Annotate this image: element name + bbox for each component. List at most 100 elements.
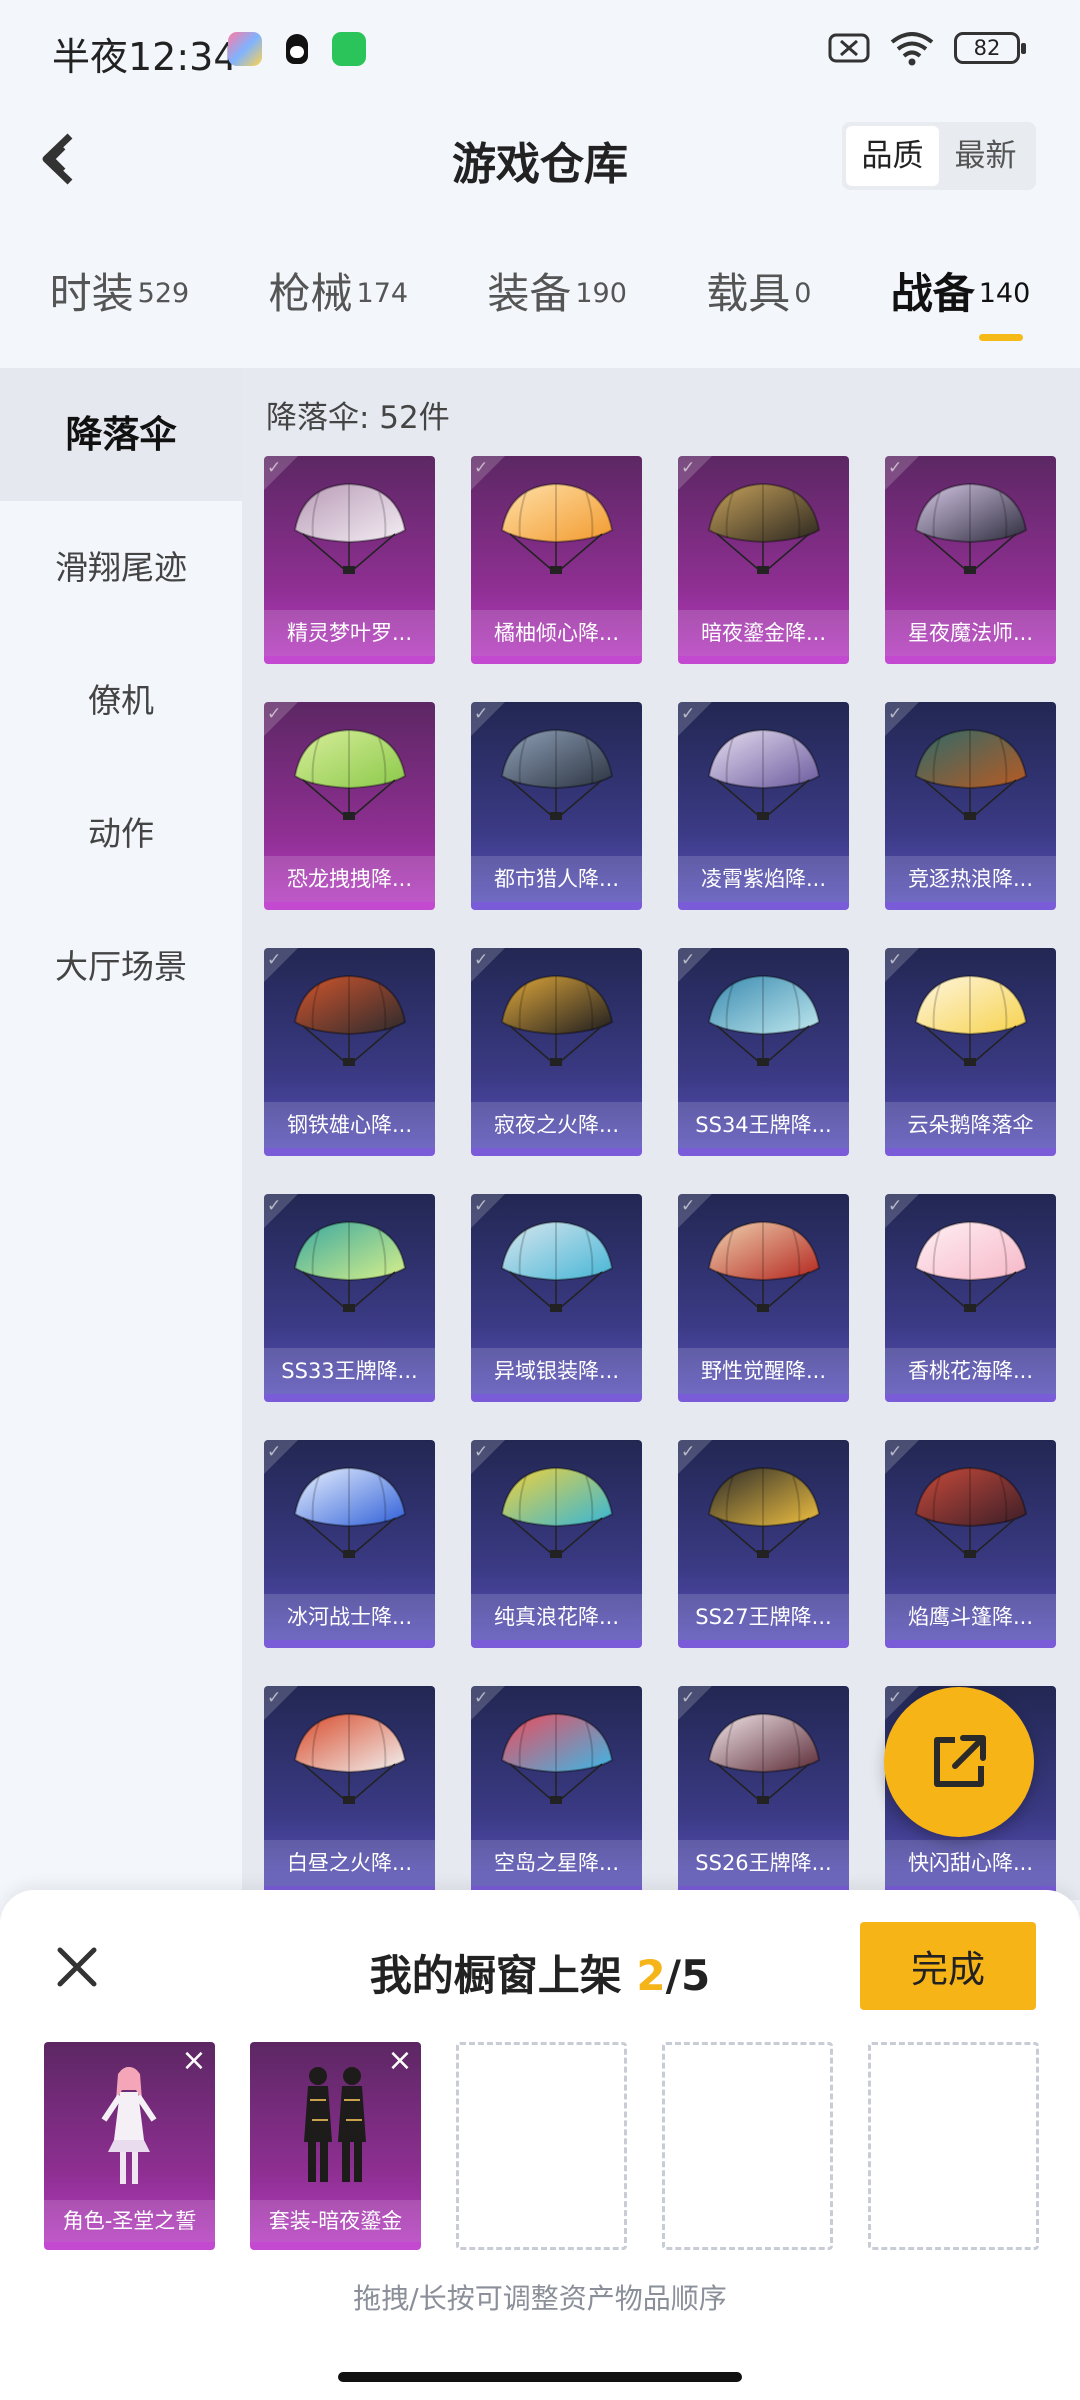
item-card[interactable]: ✓ 云朵鹅降落伞 [885, 948, 1056, 1156]
item-label: SS26王牌降... [678, 1840, 849, 1886]
item-label: SS34王牌降... [678, 1102, 849, 1148]
status-app-icons [228, 32, 366, 66]
item-card[interactable]: ✓ SS26王牌降... [678, 1686, 849, 1894]
item-card[interactable]: ✓ 寂夜之火降... [471, 948, 642, 1156]
item-label: 野性觉醒降... [678, 1348, 849, 1394]
showcase-count-total: /5 [665, 1951, 711, 2000]
item-label: 香桃花海降... [885, 1348, 1056, 1394]
tab-weapons[interactable]: 枪械 174 [269, 230, 409, 321]
item-label: 都市猎人降... [471, 856, 642, 902]
remove-icon[interactable]: × [179, 2046, 209, 2076]
item-label: 纯真浪花降... [471, 1594, 642, 1640]
item-count-label: 降落伞: 52件 [266, 400, 450, 436]
item-label: 竞逐热浪降... [885, 856, 1056, 902]
item-label: 凌霄紫焰降... [678, 856, 849, 902]
item-card[interactable]: ✓ SS27王牌降... [678, 1440, 849, 1648]
sort-by-quality[interactable]: 品质 [846, 126, 939, 186]
item-card[interactable]: ✓ 冰河战士降... [264, 1440, 435, 1648]
menu-item-glide-trail[interactable]: 滑翔尾迹 [0, 501, 242, 634]
parachute-icon [707, 974, 821, 1066]
item-label: 星夜魔法师... [885, 610, 1056, 656]
item-card[interactable]: ✓ SS33王牌降... [264, 1194, 435, 1402]
parachute-icon [707, 482, 821, 574]
tab-count: 174 [356, 277, 409, 309]
item-label: 异域银装降... [471, 1348, 642, 1394]
sort-by-newest[interactable]: 最新 [939, 126, 1032, 186]
check-icon: ✓ [267, 458, 282, 478]
menu-item-parachute[interactable]: 降落伞 [0, 368, 242, 501]
item-card[interactable]: ✓ 橘柚倾心降... [471, 456, 642, 664]
item-card[interactable]: ✓ 白昼之火降... [264, 1686, 435, 1894]
item-card[interactable]: ✓ 焰鹰斗篷降... [885, 1440, 1056, 1648]
parachute-icon [914, 1220, 1028, 1312]
tab-fashion[interactable]: 时装 529 [50, 230, 190, 321]
showcase-title-text: 我的橱窗上架 [369, 1951, 637, 2000]
done-button[interactable]: 完成 [860, 1922, 1036, 2010]
parachute-icon [293, 1712, 407, 1804]
item-card[interactable]: ✓ 凌霄紫焰降... [678, 702, 849, 910]
item-label: SS27王牌降... [678, 1594, 849, 1640]
menu-item-wingman[interactable]: 僚机 [0, 634, 242, 767]
check-icon: ✓ [681, 704, 696, 724]
parachute-icon [500, 1712, 614, 1804]
showcase-slot-2[interactable]: × 套装-暗夜鎏金 [250, 2042, 421, 2250]
item-card[interactable]: ✓ 竞逐热浪降... [885, 702, 1056, 910]
tab-count: 0 [794, 277, 812, 309]
parachute-icon [914, 728, 1028, 820]
showcase-slot-empty[interactable] [456, 2042, 627, 2250]
item-label: 寂夜之火降... [471, 1102, 642, 1148]
check-icon: ✓ [681, 950, 696, 970]
check-icon: ✓ [474, 704, 489, 724]
parachute-icon [914, 974, 1028, 1066]
check-icon: ✓ [681, 1442, 696, 1462]
item-label: 钢铁雄心降... [264, 1102, 435, 1148]
item-card[interactable]: ✓ 星夜魔法师... [885, 456, 1056, 664]
check-icon: ✓ [267, 950, 282, 970]
check-icon: ✓ [888, 458, 903, 478]
check-icon: ✓ [474, 950, 489, 970]
parachute-icon [293, 482, 407, 574]
item-card[interactable]: ✓ 纯真浪花降... [471, 1440, 642, 1648]
showcase-slots: × 角色-圣堂之誓 × 套装-暗夜鎏金 [44, 2042, 1039, 2250]
item-card[interactable]: ✓ 钢铁雄心降... [264, 948, 435, 1156]
showcase-slot-1[interactable]: × 角色-圣堂之誓 [44, 2042, 215, 2250]
parachute-icon [914, 482, 1028, 574]
item-card[interactable]: ✓ 野性觉醒降... [678, 1194, 849, 1402]
tab-vehicles[interactable]: 载具 0 [706, 230, 811, 321]
home-indicator[interactable] [338, 2372, 742, 2382]
battery-icon: 82 [954, 32, 1026, 64]
tab-equipment[interactable]: 装备 190 [487, 230, 627, 321]
showcase-slot-empty[interactable] [662, 2042, 833, 2250]
check-icon: ✓ [888, 1196, 903, 1216]
share-button[interactable] [884, 1687, 1034, 1837]
tab-count: 140 [978, 277, 1031, 309]
status-time: 半夜12:34 [52, 35, 238, 79]
item-grid-panel: 降落伞: 52件 ✓ 精灵梦叶罗... ✓ 橘柚倾心降... ✓ 暗夜鎏金降... ✓ 星夜魔… [242, 368, 1080, 1900]
item-card[interactable]: ✓ 香桃花海降... [885, 1194, 1056, 1402]
showcase-slot-empty[interactable] [868, 2042, 1039, 2250]
outfit-figure [304, 2067, 366, 2182]
check-icon: ✓ [267, 1442, 282, 1462]
parachute-icon [707, 728, 821, 820]
tab-battle-gear[interactable]: 战备 140 [890, 230, 1031, 341]
sim-off-icon [828, 33, 870, 63]
character-figure [101, 2067, 157, 2184]
item-label: 冰河战士降... [264, 1594, 435, 1640]
tab-label: 载具 [706, 269, 791, 318]
menu-item-emote[interactable]: 动作 [0, 767, 242, 900]
status-bar: 半夜12:34 82 [0, 0, 1080, 100]
item-card[interactable]: ✓ 空岛之星降... [471, 1686, 642, 1894]
parachute-icon [707, 1466, 821, 1558]
item-card[interactable]: ✓ 暗夜鎏金降... [678, 456, 849, 664]
menu-item-lobby-scene[interactable]: 大厅场景 [0, 900, 242, 1033]
item-card[interactable]: ✓ SS34王牌降... [678, 948, 849, 1156]
item-label: 橘柚倾心降... [471, 610, 642, 656]
active-tab-indicator [978, 334, 1023, 341]
parachute-icon [293, 728, 407, 820]
item-card[interactable]: ✓ 精灵梦叶罗... [264, 456, 435, 664]
item-card[interactable]: ✓ 都市猎人降... [471, 702, 642, 910]
parachute-icon [293, 1466, 407, 1558]
tab-label: 战备 [890, 269, 975, 318]
item-card[interactable]: ✓ 异域银装降... [471, 1194, 642, 1402]
item-card[interactable]: ✓ 恐龙拽拽降... [264, 702, 435, 910]
